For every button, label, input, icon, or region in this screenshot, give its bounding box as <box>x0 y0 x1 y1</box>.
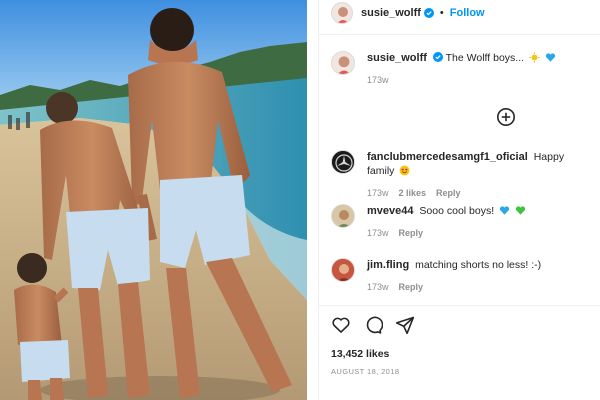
post-photo <box>0 0 307 400</box>
plus-circle-icon[interactable] <box>496 107 516 127</box>
comment-username[interactable]: mveve44 <box>367 205 414 217</box>
header-separator: • <box>439 7 444 19</box>
reply-button[interactable]: Reply <box>399 228 424 238</box>
caption-avatar[interactable] <box>331 51 355 75</box>
actions-divider <box>319 305 600 306</box>
blue-heart-emoji-icon <box>499 206 510 215</box>
comment-item: mveve44 Sooo cool boys! 173w Reply <box>331 204 593 238</box>
action-bar <box>331 315 415 335</box>
smiling-face-emoji-icon <box>399 165 410 176</box>
comment-text: matching shorts no less! :-) <box>415 259 542 271</box>
author-avatar[interactable] <box>331 2 353 24</box>
post-header: susie_wolff • Follow <box>319 0 600 26</box>
verified-badge-icon <box>423 8 434 18</box>
commenter-avatar[interactable] <box>331 204 355 228</box>
caption-text: The Wolff boys... <box>445 52 525 64</box>
comment-item: fanclubmercedesamgf1_oficial Happy famil… <box>331 150 593 198</box>
green-heart-emoji-icon <box>515 206 526 215</box>
post-date: AUGUST 18, 2018 <box>331 367 400 376</box>
comment-likes-link[interactable]: 2 likes <box>399 188 427 198</box>
comment-username[interactable]: fanclubmercedesamgf1_oficial <box>367 151 528 163</box>
reply-button[interactable]: Reply <box>436 188 461 198</box>
commenter-avatar[interactable] <box>331 258 355 282</box>
comment-username[interactable]: jim.fling <box>367 259 409 271</box>
commenter-avatar[interactable] <box>331 150 355 174</box>
comment-item: jim.fling matching shorts no less! :-) 1… <box>331 258 593 292</box>
heart-icon[interactable] <box>331 315 351 335</box>
follow-button[interactable]: Follow <box>450 7 485 19</box>
author-username[interactable]: susie_wolff <box>361 7 421 19</box>
post-panel: susie_wolff • Follow susie_wolff The Wol… <box>318 0 600 400</box>
caption-username[interactable]: susie_wolff <box>367 52 427 64</box>
verified-badge-icon <box>432 52 443 62</box>
post-caption: susie_wolff The Wolff boys... 173w <box>331 51 593 85</box>
sun-emoji-icon <box>529 52 540 63</box>
comment-text: Sooo cool boys! <box>419 205 495 217</box>
comment-time: 173w <box>367 228 389 238</box>
header-divider <box>319 34 600 35</box>
comment-time: 173w <box>367 282 389 292</box>
paper-plane-icon[interactable] <box>395 315 415 335</box>
reply-button[interactable]: Reply <box>399 282 424 292</box>
likes-count[interactable]: 13,452 likes <box>331 348 389 360</box>
caption-time: 173w <box>367 75 389 85</box>
beach-photo <box>0 0 307 400</box>
blue-heart-emoji-icon <box>545 53 556 62</box>
comment-bubble-icon[interactable] <box>363 315 383 335</box>
comment-time: 173w <box>367 188 389 198</box>
